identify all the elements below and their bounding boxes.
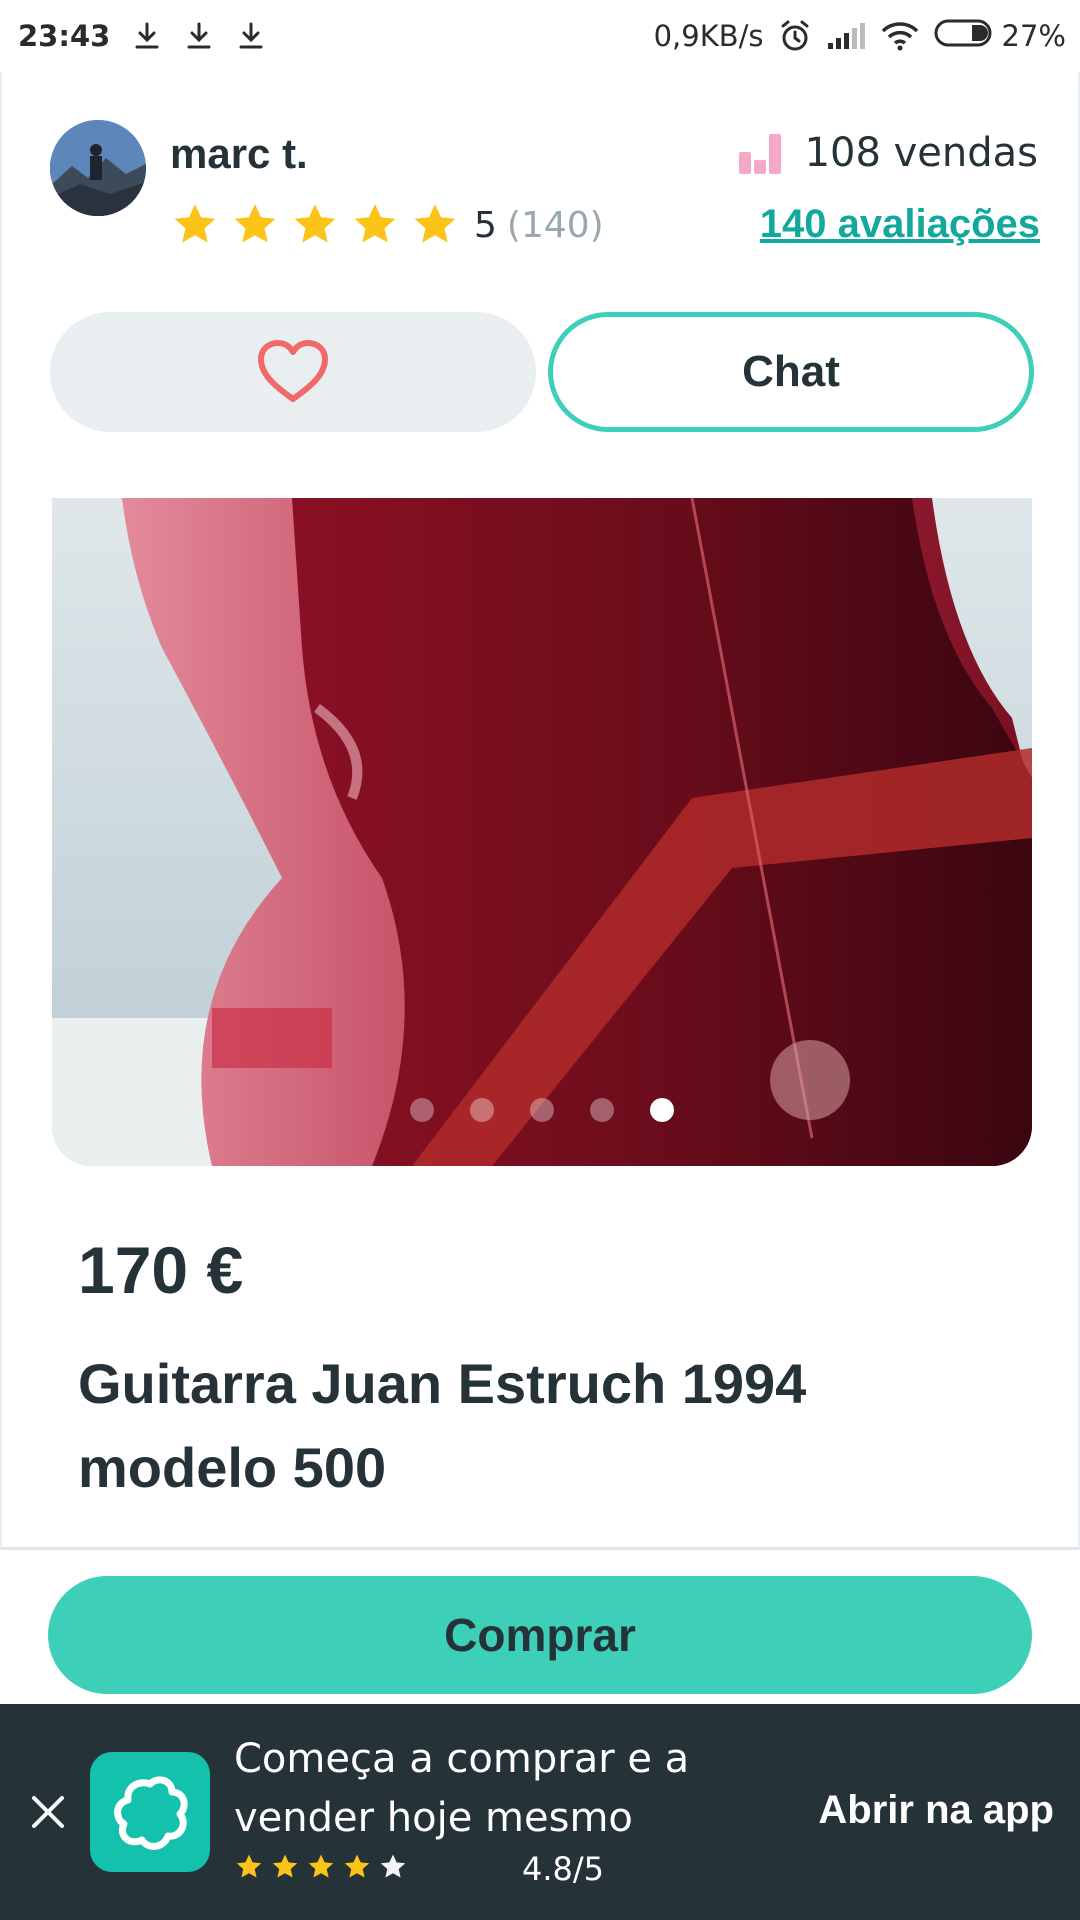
product-photo-carousel[interactable] (52, 498, 1032, 1166)
star-half-icon (380, 1854, 406, 1878)
app-install-banner: Começa a comprar e a vender hoje mesmo 4… (0, 1704, 1080, 1920)
wallapop-logo-icon (114, 1776, 188, 1850)
sales-text: 108 vendas (804, 130, 1038, 176)
star-icon (414, 204, 456, 243)
favorite-button[interactable] (50, 312, 536, 432)
open-app-button[interactable]: Abrir na app (818, 1788, 1054, 1833)
alarm-icon (778, 19, 812, 53)
download-icon (184, 21, 214, 51)
product-card: marc t. 5 (140) 108 vendas 140 avaliaçõe… (0, 72, 1080, 1550)
battery-icon (934, 18, 996, 55)
close-icon[interactable] (28, 1792, 68, 1832)
seller-name[interactable]: marc t. (170, 130, 308, 178)
sales-chart-icon (738, 134, 781, 174)
star-icon (234, 204, 276, 243)
product-photo (52, 498, 1032, 1166)
heart-icon (258, 340, 328, 402)
download-icon (236, 21, 266, 51)
seller-rating: 5 (140) (170, 200, 604, 250)
rating-value: 5 (474, 204, 497, 246)
status-time: 23:43 (18, 19, 111, 53)
battery-indicator: 27% (934, 18, 1066, 55)
status-bar: 23:43 0,9KB/s 27% (0, 0, 1080, 72)
star-icon (236, 1854, 262, 1878)
carousel-dot[interactable] (470, 1098, 494, 1122)
wifi-icon (880, 21, 920, 51)
item-price: 170 € (78, 1233, 244, 1307)
sales-count: 108 vendas (737, 130, 1038, 176)
carousel-dot-active[interactable] (650, 1098, 674, 1122)
star-icon (354, 204, 396, 243)
network-speed: 0,9KB/s (653, 19, 764, 53)
signal-icon (826, 21, 866, 51)
banner-message: Começa a comprar e a vender hoje mesmo (234, 1736, 690, 1841)
chat-button[interactable]: Chat (548, 312, 1034, 432)
app-rating-stars (234, 1852, 408, 1882)
carousel-dot[interactable] (530, 1098, 554, 1122)
app-logo (90, 1752, 210, 1872)
status-bar-left: 23:43 (18, 19, 266, 53)
download-icon (132, 21, 162, 51)
status-bar-right: 0,9KB/s 27% (654, 18, 1066, 55)
seller-avatar[interactable] (50, 120, 146, 216)
app-rating: 4.8/5 (522, 1850, 605, 1888)
carousel-dot[interactable] (590, 1098, 614, 1122)
item-title: Guitarra Juan Estruch 1994 modelo 500 (78, 1352, 807, 1499)
star-icon (272, 1854, 298, 1878)
battery-percent: 27% (1001, 19, 1066, 53)
star-icon (294, 204, 336, 243)
rating-count: (140) (506, 204, 604, 246)
buy-button[interactable]: Comprar (48, 1576, 1032, 1694)
star-icon (174, 204, 216, 243)
star-icon (344, 1854, 370, 1878)
star-icon (308, 1854, 334, 1878)
carousel-indicator (52, 1098, 1032, 1122)
reviews-link[interactable]: 140 avaliações (760, 202, 1040, 247)
carousel-dot[interactable] (410, 1098, 434, 1122)
